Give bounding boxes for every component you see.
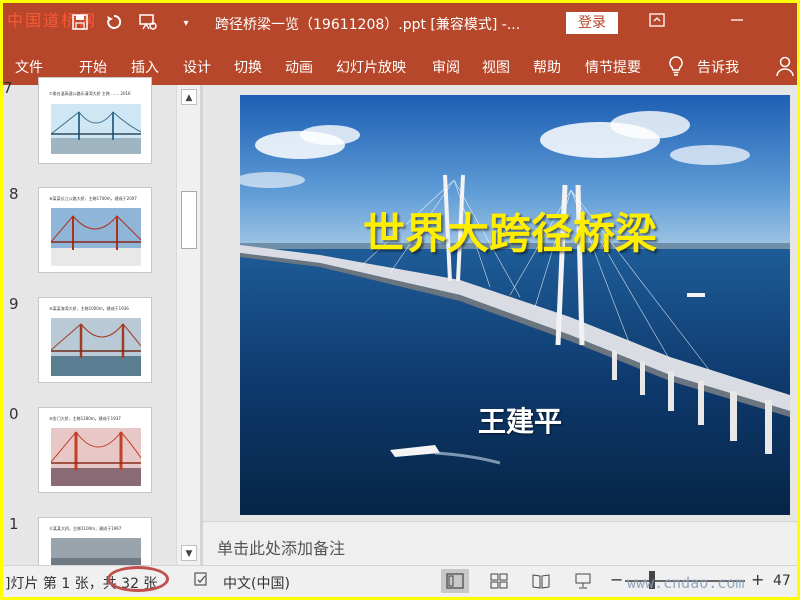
normal-view-icon[interactable] — [441, 569, 469, 593]
scroll-up-icon[interactable]: ▲ — [181, 89, 197, 105]
current-slide[interactable]: 世界大跨径桥梁 王建平 — [240, 95, 790, 515]
tab-animations[interactable]: 动画 — [285, 57, 313, 77]
thumbnail-number: 0 — [9, 405, 19, 423]
save-icon[interactable] — [69, 13, 91, 35]
spell-check-icon[interactable] — [193, 571, 209, 591]
thumbnail-number: 8 — [9, 185, 19, 203]
thumbnail-image — [51, 428, 141, 486]
notes-pane[interactable]: 单击此处添加备注 — [203, 521, 797, 565]
thumbnail-image — [51, 104, 141, 154]
zoom-in-button[interactable]: + — [751, 570, 764, 589]
tab-slideshow[interactable]: 幻灯片放映 — [336, 57, 406, 77]
tab-view[interactable]: 视图 — [482, 57, 510, 77]
tab-storyboarding[interactable]: 情节提要 — [585, 57, 641, 77]
thumbnail-number: 9 — [9, 295, 19, 313]
slide-thumbnail-9[interactable]: ⑨某某海湾大桥，主跨1000m，建成于1936 — [38, 297, 152, 383]
slide-thumbnail-7[interactable]: ⑦甬台温高速公路乐清湾大桥 主跨 …… 2016 — [38, 77, 152, 164]
powerpoint-window: 中国道桥网 ▾ 跨径桥梁一览（19611208）.ppt [兼容模式] -...… — [3, 3, 797, 597]
thumbnail-caption: ⑪某某大桥，主跨1100m，建成于1997 — [49, 526, 122, 531]
zoom-level[interactable]: 47 — [773, 573, 791, 589]
title-bar: 中国道桥网 ▾ 跨径桥梁一览（19611208）.ppt [兼容模式] -...… — [3, 3, 797, 45]
undo-icon[interactable] — [103, 13, 125, 35]
scroll-down-icon[interactable]: ▼ — [181, 545, 197, 561]
customize-qat-icon[interactable]: ▾ — [175, 13, 197, 35]
zoom-out-button[interactable]: − — [610, 570, 623, 589]
share-user-icon[interactable] — [775, 55, 795, 77]
minimize-icon[interactable] — [725, 12, 749, 34]
bridge-background-image — [240, 95, 790, 515]
tell-me-search[interactable]: 告诉我 — [697, 57, 739, 77]
document-title: 跨径桥梁一览（19611208）.ppt [兼容模式] -... — [215, 17, 521, 33]
tab-design[interactable]: 设计 — [183, 57, 211, 77]
tab-help[interactable]: 帮助 — [533, 57, 561, 77]
ribbon-display-icon[interactable] — [645, 12, 669, 34]
slide-editing-area: 世界大跨径桥梁 王建平 — [203, 85, 797, 521]
thumbnail-caption: ⑨某某海湾大桥，主跨1000m，建成于1936 — [49, 306, 129, 311]
thumbnail-number: 1 — [9, 515, 19, 533]
thumbnail-caption: ⑧某某长江公路大桥，主跨1700m，建成于2007 — [49, 196, 137, 201]
annotation-circle — [107, 566, 169, 592]
slide-thumbnail-pane: 7 ⑦甬台温高速公路乐清湾大桥 主跨 …… 2016 8 ⑧某某长江公路大桥，主… — [3, 77, 200, 578]
tab-transitions[interactable]: 切换 — [234, 57, 262, 77]
thumbnail-caption: ⑩金门大桥，主跨1280m，建成于1937 — [49, 416, 121, 421]
thumbnail-image — [51, 208, 141, 266]
tab-home[interactable]: 开始 — [79, 57, 107, 77]
status-bar: ]灯片 第 1 张，共 32 张 中文(中国) − www.cndao.com … — [3, 565, 797, 597]
reading-view-icon[interactable] — [527, 569, 555, 593]
notes-placeholder[interactable]: 单击此处添加备注 — [217, 535, 345, 559]
slide-author[interactable]: 王建平 — [240, 400, 790, 440]
language-status[interactable]: 中文(中国) — [223, 573, 290, 593]
lightbulb-icon[interactable] — [667, 55, 685, 77]
tab-insert[interactable]: 插入 — [131, 57, 159, 77]
thumbnail-number: 7 — [3, 79, 13, 97]
slideshow-icon[interactable] — [569, 569, 597, 593]
slide-thumbnail-10[interactable]: ⑩金门大桥，主跨1280m，建成于1937 — [38, 407, 152, 493]
scrollbar-thumb[interactable] — [181, 191, 197, 249]
slide-sorter-icon[interactable] — [485, 569, 513, 593]
site-watermark-url: www.cndao.com — [627, 574, 745, 592]
presenter-icon[interactable] — [137, 13, 159, 35]
login-button[interactable]: 登录 — [566, 12, 618, 34]
tab-review[interactable]: 审阅 — [432, 57, 460, 77]
thumbnail-scrollbar[interactable]: ▲ ▼ — [176, 85, 200, 565]
tab-file[interactable]: 文件 — [15, 57, 43, 77]
slide-title[interactable]: 世界大跨径桥梁 — [240, 200, 780, 261]
thumbnail-image — [51, 318, 141, 376]
slide-thumbnail-8[interactable]: ⑧某某长江公路大桥，主跨1700m，建成于2007 — [38, 187, 152, 273]
